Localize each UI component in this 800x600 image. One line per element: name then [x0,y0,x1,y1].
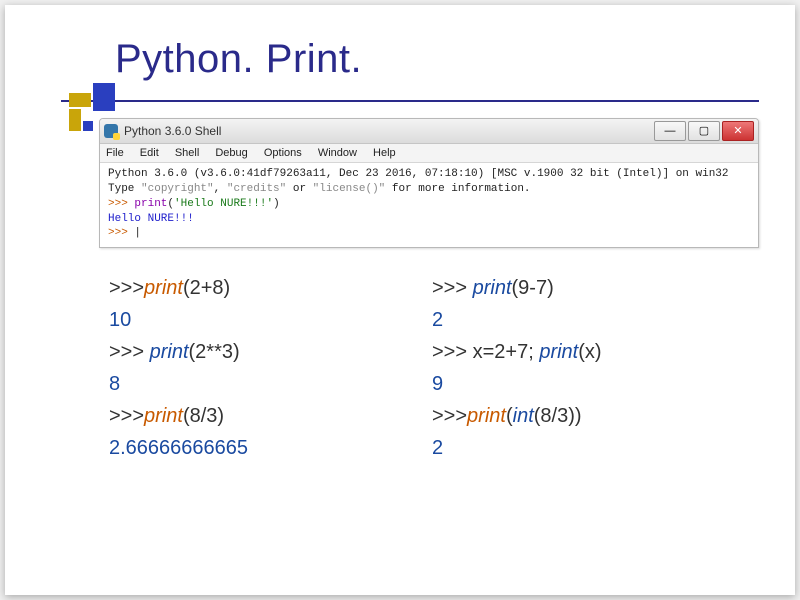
example-output: 2 [432,304,755,336]
example-line: >>> print(9-7) [432,272,755,304]
examples: >>>print(2+8) 10 >>> print(2**3) 8 >>>pr… [5,262,795,464]
menu-file[interactable]: File [106,147,124,159]
prompt-line-2: >>> | [108,227,141,239]
deco-square [69,109,81,131]
maximize-button[interactable]: ▢ [688,121,720,141]
menu-help[interactable]: Help [373,147,396,159]
version-line: Python 3.6.0 (v3.6.0:41df79263a11, Dec 2… [108,168,729,180]
example-output: 9 [432,368,755,400]
deco-square [69,93,91,107]
menu-shell[interactable]: Shell [175,147,199,159]
menu-debug[interactable]: Debug [215,147,247,159]
example-line: >>> x=2+7; print(x) [432,336,755,368]
output-hello: Hello NURE!!! [108,213,194,225]
shell-body[interactable]: Python 3.6.0 (v3.6.0:41df79263a11, Dec 2… [100,163,758,247]
example-output: 10 [109,304,432,336]
menu-options[interactable]: Options [264,147,302,159]
example-line: >>>print(8/3) [109,400,432,432]
deco-square [83,121,93,131]
example-output: 8 [109,368,432,400]
examples-right: >>> print(9-7) 2 >>> x=2+7; print(x) 9 >… [432,272,755,464]
close-button[interactable]: ✕ [722,121,754,141]
example-output: 2.66666666665 [109,432,432,464]
examples-left: >>>print(2+8) 10 >>> print(2**3) 8 >>>pr… [109,272,432,464]
example-line: >>>print(2+8) [109,272,432,304]
example-output: 2 [432,432,755,464]
prompt-line-1: >>> print('Hello NURE!!!') [108,198,280,210]
example-line: >>>print(int(8/3)) [432,400,755,432]
python-icon [104,124,118,138]
example-line: >>> print(2**3) [109,336,432,368]
deco-square [93,83,115,111]
python-shell-window: Python 3.6.0 Shell — ▢ ✕ File Edit Shell… [99,118,759,248]
minimize-button[interactable]: — [654,121,686,141]
menu-edit[interactable]: Edit [140,147,159,159]
window-buttons: — ▢ ✕ [652,121,754,141]
title-row: Python. Print. [5,5,795,100]
titlebar: Python 3.6.0 Shell — ▢ ✕ [100,119,758,144]
menubar: File Edit Shell Debug Options Window Hel… [100,144,758,163]
slide: Python. Print. Python 3.6.0 Shell — ▢ ✕ … [5,5,795,595]
title-divider [61,100,759,102]
slide-title: Python. Print. [115,37,795,82]
hint-line: Type "copyright", "credits" or "license(… [108,183,531,195]
window-title: Python 3.6.0 Shell [124,124,652,138]
menu-window[interactable]: Window [318,147,357,159]
